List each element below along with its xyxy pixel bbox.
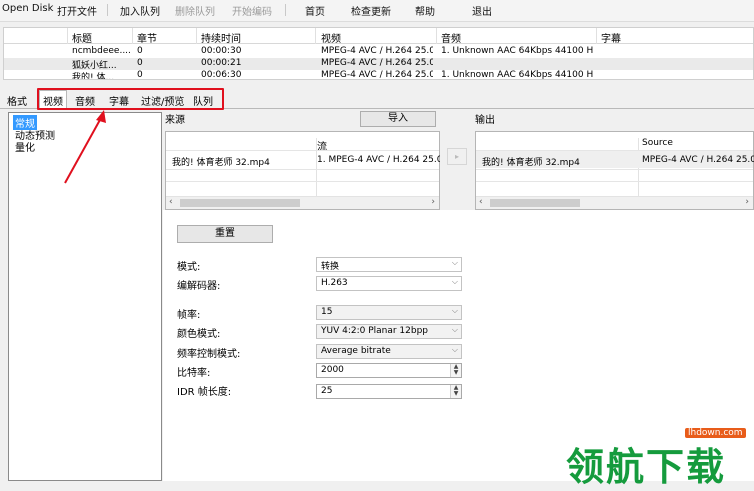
scroll-right-icon[interactable]: › bbox=[431, 197, 435, 207]
row-chapters: 0 bbox=[137, 70, 143, 80]
rate-control-value: Average bitrate bbox=[321, 346, 391, 356]
col-chapters[interactable]: 章节 bbox=[137, 30, 157, 45]
check-update-menu[interactable]: 检查更新 bbox=[351, 3, 391, 18]
table-row[interactable]: ncmbdeee.... 0 00:00:30 MPEG-4 AVC / H.2… bbox=[4, 46, 753, 58]
table-row[interactable]: 我的! 体... 0 00:06:30 MPEG-4 AVC / H.264 2… bbox=[4, 70, 753, 80]
menu-bar: Open Disk 打开文件 加入队列 删除队列 开始编码 首页 检查更新 帮助… bbox=[0, 0, 754, 22]
row-chapters: 0 bbox=[137, 46, 143, 56]
column-divider bbox=[596, 28, 597, 44]
row-chapters: 0 bbox=[137, 58, 143, 68]
add-to-output-button[interactable]: ▸ bbox=[447, 148, 467, 165]
play-arrow-icon: ▸ bbox=[454, 152, 459, 161]
mode-value: 转换 bbox=[321, 262, 340, 272]
framerate-label: 帧率: bbox=[177, 310, 201, 321]
open-file-menu[interactable]: 打开文件 bbox=[57, 3, 97, 18]
idr-label: IDR 帧长度: bbox=[177, 387, 232, 398]
scroll-thumb[interactable] bbox=[180, 199, 300, 207]
row-audio: 1. Unknown AAC 64Kbps 44100 Hz ... bbox=[441, 46, 593, 56]
column-divider bbox=[436, 28, 437, 44]
stepper-arrows-icon[interactable]: ▲ ▼ bbox=[450, 385, 461, 398]
list-item-quantization[interactable]: 量化 bbox=[13, 139, 37, 154]
col-audio[interactable]: 音频 bbox=[441, 30, 461, 45]
source-stream-value[interactable]: 1. MPEG-4 AVC / H.264 25.00 H bbox=[317, 155, 440, 165]
chevron-down-icon: ⌵ bbox=[451, 258, 458, 267]
mode-select[interactable]: 转换 ⌵ bbox=[316, 257, 462, 272]
table-row[interactable]: 狐妖小红... 0 00:00:21 MPEG-4 AVC / H.264 25… bbox=[4, 58, 753, 71]
source-label: 来源 bbox=[165, 115, 185, 126]
remove-queue-menu[interactable]: 删除队列 bbox=[175, 3, 215, 18]
menu-separator bbox=[107, 4, 108, 16]
output-source-value[interactable]: MPEG-4 AVC / H.264 25.00 bbox=[642, 155, 754, 165]
reset-button[interactable]: 重置 bbox=[177, 225, 273, 243]
chevron-down-icon: ⌵ bbox=[451, 306, 458, 315]
row-duration: 00:00:21 bbox=[201, 58, 242, 68]
output-col-source: Source bbox=[642, 138, 673, 148]
codec-value: H.263 bbox=[321, 278, 348, 288]
source-file-name[interactable]: 我的! 体育老师 32.mp4 bbox=[172, 155, 270, 168]
output-label: 输出 bbox=[475, 115, 495, 126]
row-video: MPEG-4 AVC / H.264 25.0... bbox=[321, 70, 433, 80]
scroll-left-icon[interactable]: ‹ bbox=[479, 197, 483, 207]
output-file-name[interactable]: 我的! 体育老师 32.mp4 bbox=[482, 155, 580, 168]
bitrate-label: 比特率: bbox=[177, 368, 211, 379]
chevron-down-icon: ⌵ bbox=[451, 325, 458, 334]
chevron-down-icon: ⌵ bbox=[451, 277, 458, 286]
watermark-logo: 领航下载 bbox=[566, 445, 727, 489]
col-subtitle[interactable]: 字幕 bbox=[601, 30, 621, 45]
scroll-right-icon[interactable]: › bbox=[745, 197, 749, 207]
color-mode-label: 颜色模式: bbox=[177, 329, 221, 340]
row-title: 我的! 体... bbox=[72, 73, 115, 80]
col-title[interactable]: 标题 bbox=[72, 30, 92, 45]
scroll-left-icon[interactable]: ‹ bbox=[169, 197, 173, 207]
row-audio: 1. Unknown AAC 64Kbps 44100 Hz ... bbox=[441, 70, 593, 80]
tab-format[interactable]: 格式 bbox=[7, 93, 27, 108]
output-pane[interactable]: Source 我的! 体育老师 32.mp4 MPEG-4 AVC / H.26… bbox=[475, 131, 754, 210]
scroll-thumb[interactable] bbox=[490, 199, 580, 207]
mode-label: 模式: bbox=[177, 262, 201, 273]
column-divider bbox=[315, 28, 316, 44]
idr-stepper[interactable]: 25 ▲ ▼ bbox=[316, 384, 462, 399]
chevron-down-icon: ⌵ bbox=[451, 345, 458, 354]
color-mode-value: YUV 4:2:0 Planar 12bpp bbox=[321, 326, 429, 336]
framerate-select[interactable]: 15 ⌵ bbox=[316, 305, 462, 320]
help-menu[interactable]: 帮助 bbox=[415, 3, 435, 18]
codec-label: 编解码器: bbox=[177, 281, 221, 292]
row-duration: 00:06:30 bbox=[201, 70, 242, 80]
stepper-arrows-icon[interactable]: ▲ ▼ bbox=[450, 364, 461, 377]
add-queue-menu[interactable]: 加入队列 bbox=[120, 3, 160, 18]
exit-menu[interactable]: 退出 bbox=[472, 3, 492, 18]
row-title: ncmbdeee.... bbox=[72, 46, 130, 56]
codec-select[interactable]: H.263 ⌵ bbox=[316, 276, 462, 291]
column-divider bbox=[132, 28, 133, 44]
source-hscrollbar[interactable]: ‹ › bbox=[166, 196, 439, 209]
import-button[interactable]: 导入 bbox=[360, 111, 436, 127]
start-encode-menu[interactable]: 开始编码 bbox=[232, 3, 272, 18]
column-divider bbox=[196, 28, 197, 44]
color-mode-select[interactable]: YUV 4:2:0 Planar 12bpp ⌵ bbox=[316, 324, 462, 339]
col-duration[interactable]: 持续时间 bbox=[201, 30, 241, 45]
file-table[interactable]: 标题 章节 持续时间 视频 音频 字幕 ncmbdeee.... 0 00:00… bbox=[3, 27, 754, 80]
home-menu[interactable]: 首页 bbox=[305, 3, 325, 18]
table-header: 标题 章节 持续时间 视频 音频 字幕 bbox=[4, 28, 753, 45]
rate-control-label: 频率控制模式: bbox=[177, 349, 241, 360]
column-divider bbox=[638, 138, 639, 198]
row-duration: 00:00:30 bbox=[201, 46, 242, 56]
column-divider bbox=[67, 28, 68, 44]
open-disk-menu[interactable]: Open Disk bbox=[2, 3, 53, 14]
bitrate-stepper[interactable]: 2000 ▲ ▼ bbox=[316, 363, 462, 378]
output-hscrollbar[interactable]: ‹ › bbox=[476, 196, 753, 209]
menu-separator bbox=[285, 4, 286, 16]
col-video[interactable]: 视频 bbox=[321, 30, 341, 45]
framerate-value: 15 bbox=[321, 307, 333, 317]
idr-value[interactable]: 25 bbox=[321, 386, 332, 396]
row-video: MPEG-4 AVC / H.264 25.0... bbox=[321, 58, 433, 68]
rate-control-select[interactable]: Average bitrate ⌵ bbox=[316, 344, 462, 359]
source-pane[interactable]: 流 我的! 体育老师 32.mp4 1. MPEG-4 AVC / H.264 … bbox=[165, 131, 440, 210]
bitrate-value[interactable]: 2000 bbox=[321, 365, 344, 375]
row-video: MPEG-4 AVC / H.264 25.0... bbox=[321, 46, 433, 56]
tab-highlight-box bbox=[37, 88, 224, 110]
category-list[interactable]: 常规 动态预测 量化 bbox=[8, 112, 162, 481]
